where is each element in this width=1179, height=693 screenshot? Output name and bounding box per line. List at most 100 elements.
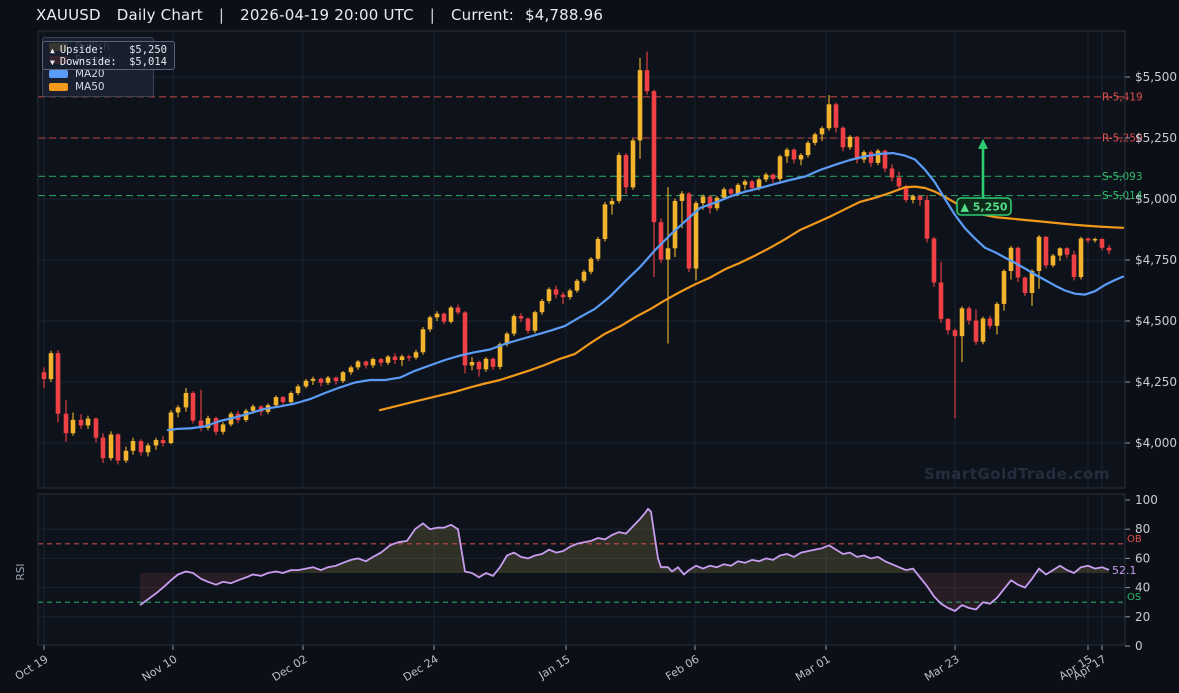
bullish-candle: [701, 197, 706, 204]
bullish-candle: [981, 319, 986, 342]
resistance-label: R-5,419: [1102, 91, 1143, 103]
y-tick-label: $4,750: [1135, 253, 1177, 267]
bearish-candle: [519, 316, 524, 318]
bearish-candle: [56, 353, 61, 414]
bearish-candle: [407, 356, 412, 357]
x-tick-label: Feb 06: [663, 653, 701, 684]
bearish-candle: [161, 440, 166, 443]
x-tick-label: Nov 10: [140, 653, 180, 685]
bullish-candle: [311, 379, 316, 381]
x-tick-label: Dec 02: [270, 653, 310, 685]
y-tick-label: $5,500: [1135, 70, 1177, 84]
x-axis: Oct 19Nov 10Dec 02Dec 24Jan 15Feb 06Mar …: [13, 645, 1109, 684]
bearish-candle: [645, 70, 650, 91]
x-tick-label: Oct 19: [13, 653, 51, 683]
ma50-swatch-icon: [49, 83, 68, 91]
y-tick-label: $4,000: [1135, 436, 1177, 450]
bullish-candle: [251, 406, 256, 410]
bullish-candle: [169, 413, 174, 444]
y-tick-label: $5,000: [1135, 192, 1177, 206]
bullish-candle: [498, 344, 503, 367]
bullish-candle: [386, 357, 391, 363]
bearish-candle: [1100, 239, 1105, 248]
bearish-candle: [561, 295, 566, 297]
bullish-candle: [289, 393, 294, 402]
bullish-candle: [421, 329, 426, 352]
bearish-candle: [946, 319, 951, 330]
x-tick-label: Mar 01: [793, 653, 832, 684]
bullish-candle: [1002, 271, 1007, 304]
bullish-candle: [1051, 256, 1056, 266]
bearish-candle: [364, 362, 369, 366]
bearish-candle: [1023, 278, 1028, 293]
bearish-candle: [988, 319, 993, 326]
upside-row: ▲Upside: $5,250: [50, 44, 167, 56]
bullish-candle: [349, 367, 354, 372]
bullish-candle: [371, 359, 376, 365]
bullish-candle: [575, 281, 580, 291]
bullish-candle: [341, 372, 346, 381]
bullish-candle: [960, 308, 965, 336]
x-tick-label: Mar 23: [922, 653, 961, 684]
bullish-candle: [428, 317, 433, 329]
bullish-candle: [778, 156, 783, 179]
bearish-candle: [116, 434, 121, 460]
bearish-candle: [491, 359, 496, 367]
y-tick-label: $4,500: [1135, 314, 1177, 328]
y-tick-label: $5,250: [1135, 131, 1177, 145]
bearish-candle: [841, 128, 846, 148]
bullish-candle: [533, 312, 538, 331]
target-badge-label: ▲ 5,250: [960, 201, 1007, 214]
bearish-candle: [890, 169, 895, 178]
bearish-candle: [925, 200, 930, 239]
bullish-candle: [154, 440, 159, 445]
bullish-candle: [512, 316, 517, 334]
bearish-candle: [526, 319, 531, 331]
y-tick-label: 0: [1135, 639, 1143, 653]
bearish-candle: [897, 178, 902, 187]
bullish-candle: [547, 289, 552, 301]
bearish-candle: [918, 196, 923, 200]
bullish-candle: [484, 359, 489, 369]
bullish-candle: [435, 314, 440, 318]
bullish-candle: [1058, 248, 1063, 255]
down-triangle-icon: ▼: [50, 58, 55, 67]
bearish-candle: [379, 359, 384, 363]
support-label: S-5,093: [1102, 171, 1143, 183]
bullish-candle: [1037, 237, 1042, 271]
bullish-candle: [176, 407, 181, 412]
legend-item-label: MA20: [75, 69, 105, 80]
y-tick-label: $4,250: [1135, 375, 1177, 389]
bullish-candle: [296, 386, 301, 393]
bullish-candle: [638, 70, 643, 140]
bearish-candle: [319, 379, 324, 383]
bearish-candle: [334, 378, 339, 381]
bullish-candle: [146, 445, 151, 452]
bullish-candle: [568, 291, 573, 298]
bullish-candle: [603, 204, 608, 239]
downside-label: ▼Downside:: [50, 56, 117, 69]
rsi-last-value-label: 52.1: [1112, 564, 1137, 577]
bullish-candle: [449, 308, 454, 322]
y-tick-label: 100: [1135, 493, 1158, 507]
bullish-candle: [610, 201, 615, 204]
ma20-swatch-icon: [49, 70, 68, 78]
bearish-candle: [939, 282, 944, 319]
bullish-candle: [184, 393, 189, 407]
up-triangle-icon: ▲: [50, 46, 55, 55]
bullish-candle: [596, 239, 601, 259]
bearish-candle: [94, 419, 99, 438]
bullish-candle: [589, 259, 594, 272]
bullish-candle: [666, 248, 671, 259]
chart-app: XAUUSD Daily Chart | 2026-04-19 20:00 UT…: [0, 0, 1179, 693]
bullish-candle: [631, 140, 636, 187]
bearish-candle: [463, 312, 468, 365]
bullish-candle: [86, 419, 91, 426]
bullish-candle: [221, 424, 226, 431]
bearish-candle: [1086, 239, 1091, 241]
bearish-candle: [771, 175, 776, 179]
bearish-candle: [456, 308, 461, 313]
bullish-candle: [813, 134, 818, 143]
bearish-candle: [1065, 248, 1070, 254]
bearish-candle: [64, 414, 69, 434]
